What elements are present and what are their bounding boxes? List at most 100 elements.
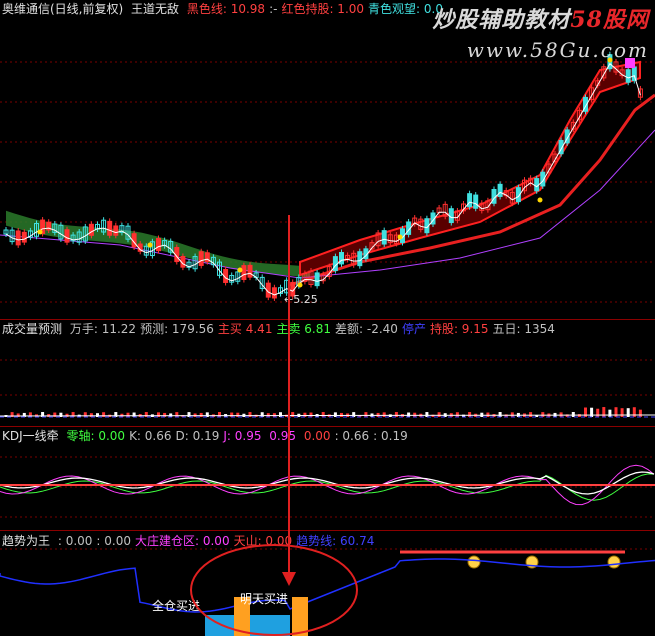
kdj-value-5: 0.00 — [300, 429, 331, 443]
volume-bar-76 — [468, 412, 472, 417]
volume-value-1: 预测: 179.56 — [140, 322, 214, 336]
trend-indicator-name: 趋势为王 — [2, 534, 51, 548]
volume-bar-102 — [626, 408, 630, 417]
volume-bar-15 — [96, 413, 99, 417]
candle-25 — [156, 238, 161, 252]
candle-40 — [247, 264, 253, 278]
volume-bar-20 — [126, 412, 130, 417]
candle-14 — [88, 223, 94, 236]
trend-value-3: 天山: 0.00 — [233, 534, 293, 548]
candle-10 — [64, 229, 70, 243]
volume-indicator-values: 万手: 11.22 预测: 179.56 主买 4.41 主卖 6.81 差额: -2.… — [70, 322, 559, 336]
candle-32 — [198, 251, 204, 266]
volume-bar-57 — [352, 412, 356, 417]
kdj-panel[interactable]: KDJ一线牵 零轴: 0.00 K: 0.66 D: 0.19 J: 0.95 0.9… — [0, 427, 655, 531]
volume-bar-88 — [541, 412, 545, 417]
volume-value-5: 停产 — [401, 322, 426, 336]
candle-62 — [381, 230, 387, 245]
kdj-indicator-values: 零轴: 0.00 K: 0.66 D: 0.19 J: 0.95 0.95 0.00:… — [66, 429, 411, 443]
volume-bar-40 — [248, 412, 252, 417]
volume-indicator-name: 成交量预测 — [2, 322, 63, 336]
volume-bar-71 — [437, 412, 441, 417]
volume-bar-33 — [205, 412, 209, 417]
candle-76 — [467, 193, 473, 208]
candle-81 — [497, 183, 503, 197]
volume-bar-54 — [333, 412, 337, 417]
volume-bar-38 — [236, 412, 240, 417]
signal-dot-0 — [37, 229, 43, 235]
kdj-indicator-name: KDJ一线牵 — [2, 429, 59, 443]
kdj-value-7: : 0.19 — [373, 429, 408, 443]
main-chart-header: 奥维通信(日线,前复权) 王道无敌 黑色线: 10.98:- 红色持股: 1.00… — [2, 2, 451, 16]
volume-bar-101 — [620, 408, 624, 417]
volume-bar-21 — [132, 412, 136, 417]
watermark-line1-a: 炒股辅助教材 — [432, 7, 571, 33]
volume-bar-83 — [510, 412, 514, 417]
signal-dot-5 — [537, 197, 543, 203]
watermark: 炒股辅助教材58股网 www.58Gu.com — [432, 2, 649, 62]
main-value-2: 红色持股: 1.00 — [281, 2, 365, 16]
candle-87 — [534, 178, 540, 192]
volume-bar-64 — [394, 412, 398, 417]
main-value-1: :- — [269, 2, 278, 16]
volume-bar-66 — [407, 412, 411, 417]
kdj-value-1: K: 0.66 — [129, 429, 172, 443]
kdj-value-4: 0.95 — [265, 429, 297, 443]
volume-bar-28 — [175, 412, 179, 417]
volume-value-0: 万手: 11.22 — [69, 322, 137, 336]
trend-value-1: : 0.00 — [96, 534, 131, 548]
kdj-value-6: : 0.66 — [334, 429, 370, 443]
volume-bar-42 — [260, 412, 264, 417]
money-bag-icon-0 — [467, 555, 481, 569]
kdj-header: KDJ一线牵 零轴: 0.00 K: 0.66 D: 0.19 J: 0.95 0.9… — [2, 429, 416, 443]
trend-header: 趋势为王 : 0.00: 0.00 大庄建仓区: 0.00 天山: 0.00 趋势线:… — [2, 534, 382, 548]
trend-value-2: 大庄建仓区: 0.00 — [135, 534, 230, 548]
trend-value-4: 趋势线: 60.74 — [296, 534, 375, 548]
volume-canvas[interactable] — [0, 320, 655, 427]
candle-17 — [107, 220, 113, 236]
candle-44 — [271, 287, 277, 299]
trend-line — [0, 558, 655, 613]
signal-dot-4 — [397, 234, 403, 240]
candle-51 — [314, 272, 320, 287]
volume-bar-52 — [321, 412, 325, 417]
candle-77 — [473, 194, 479, 209]
candle-102 — [625, 69, 631, 83]
volume-bar-104 — [638, 409, 642, 417]
volume-bar-30 — [187, 412, 191, 417]
volume-value-4: 差额: -2.40 — [335, 322, 398, 336]
volume-bar-69 — [425, 412, 429, 417]
candle-39 — [241, 265, 247, 281]
volume-bar-96 — [590, 407, 594, 417]
red-ribbon — [299, 60, 641, 277]
kdj-value-2: D: 0.19 — [175, 429, 220, 443]
signal-dot-2 — [237, 267, 243, 273]
tomorrow-buy-label: 明天买进 — [240, 592, 289, 606]
buy-bar-2 — [292, 597, 308, 636]
volume-bar-25 — [157, 412, 160, 417]
watermark-line2: www.58Gu.com — [466, 38, 649, 62]
kdj-value-0: 零轴: 0.00 — [66, 429, 126, 443]
candle-73 — [448, 208, 454, 224]
full-buy-label: 全仓买进 — [152, 599, 201, 613]
candle-18 — [113, 225, 119, 236]
volume-panel[interactable]: 成交量预测 万手: 11.22 预测: 179.56 主买 4.41 主卖 6.81 差… — [0, 320, 655, 427]
volume-value-6: 持股: 9.15 — [429, 322, 489, 336]
volume-bar-14 — [89, 413, 93, 417]
low-price-label: ←5.25 — [284, 293, 318, 306]
money-bag-icon-2 — [607, 555, 621, 569]
trend-value-0: : 0.00 — [57, 534, 93, 548]
volume-bar-59 — [364, 412, 368, 417]
main-chart-panel[interactable]: 奥维通信(日线,前复权) 王道无敌 黑色线: 10.98:- 红色持股: 1.00… — [0, 0, 655, 320]
volume-bar-27 — [169, 413, 173, 417]
candle-2 — [15, 230, 21, 246]
volume-bar-47 — [291, 412, 295, 417]
main-indicator-values: 黑色线: 10.98:- 红色持股: 1.00 青色观望: 0.0 — [187, 2, 447, 16]
volume-bar-37 — [230, 412, 234, 417]
volume-bar-97 — [596, 408, 600, 417]
volume-bar-62 — [382, 412, 386, 417]
trend-panel[interactable]: 趋势为王 : 0.00: 0.00 大庄建仓区: 0.00 天山: 0.00 趋势线:… — [0, 531, 655, 636]
volume-bar-74 — [455, 412, 459, 417]
watermark-line1-b: 58股网 — [570, 7, 649, 33]
stock-title: 奥维通信(日线,前复权) — [2, 2, 124, 16]
